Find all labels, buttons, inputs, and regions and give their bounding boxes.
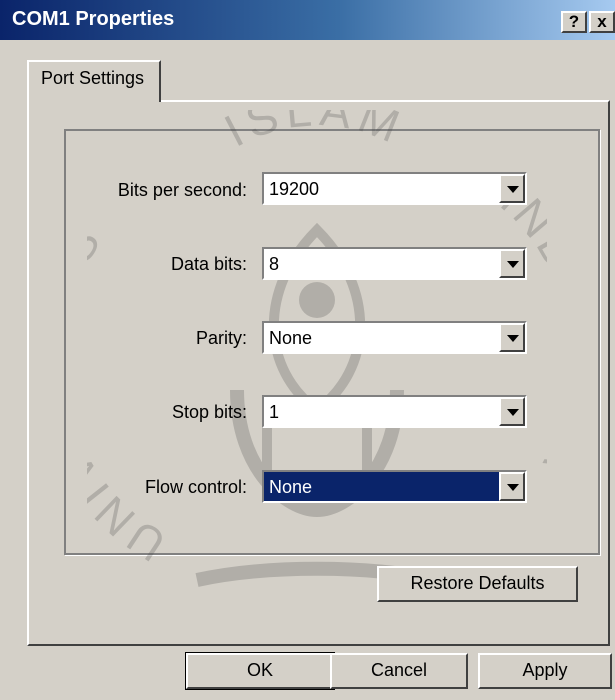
title-bar[interactable]: COM1 Properties ? x — [0, 0, 615, 40]
com1-properties-dialog: COM1 Properties ? x Port Settings ISLAM … — [0, 0, 615, 700]
bits-per-second-label: Bits per second: — [117, 180, 247, 200]
cancel-button[interactable]: Cancel — [330, 653, 468, 689]
flow-control-select[interactable]: None — [262, 470, 527, 503]
parity-dropdown-icon[interactable] — [499, 323, 525, 352]
restore-defaults-button[interactable]: Restore Defaults — [377, 566, 578, 602]
help-button[interactable]: ? — [561, 11, 587, 33]
bits-per-second-select[interactable]: 19200 — [262, 172, 527, 205]
close-icon: x — [597, 12, 607, 31]
bits-per-second-value: 19200 — [269, 179, 320, 199]
stop-bits-label: Stop bits: — [171, 402, 247, 422]
stop-bits-dropdown-icon[interactable] — [499, 397, 525, 426]
ok-button[interactable]: OK — [185, 652, 335, 690]
stop-bits-select[interactable]: 1 — [262, 395, 527, 428]
tab-port-settings[interactable]: Port Settings — [27, 60, 161, 102]
window-title: COM1 Properties — [12, 8, 175, 30]
data-bits-value: 8 — [269, 254, 280, 274]
flow-control-label: Flow control: — [144, 477, 247, 497]
help-icon: ? — [568, 12, 580, 31]
data-bits-dropdown-icon[interactable] — [499, 249, 525, 278]
bits-per-second-dropdown-icon[interactable] — [499, 174, 525, 203]
apply-button[interactable]: Apply — [478, 653, 612, 689]
parity-select[interactable]: None — [262, 321, 527, 354]
stop-bits-value: 1 — [269, 402, 280, 422]
flow-control-dropdown-icon[interactable] — [499, 472, 525, 501]
tab-label: Port Settings — [41, 68, 145, 88]
data-bits-select[interactable]: 8 — [262, 247, 527, 280]
close-button[interactable]: x — [589, 11, 615, 33]
parity-value: None — [269, 328, 313, 348]
parity-label: Parity: — [195, 328, 247, 348]
data-bits-label: Data bits: — [170, 254, 247, 274]
flow-control-value: None — [269, 477, 313, 497]
